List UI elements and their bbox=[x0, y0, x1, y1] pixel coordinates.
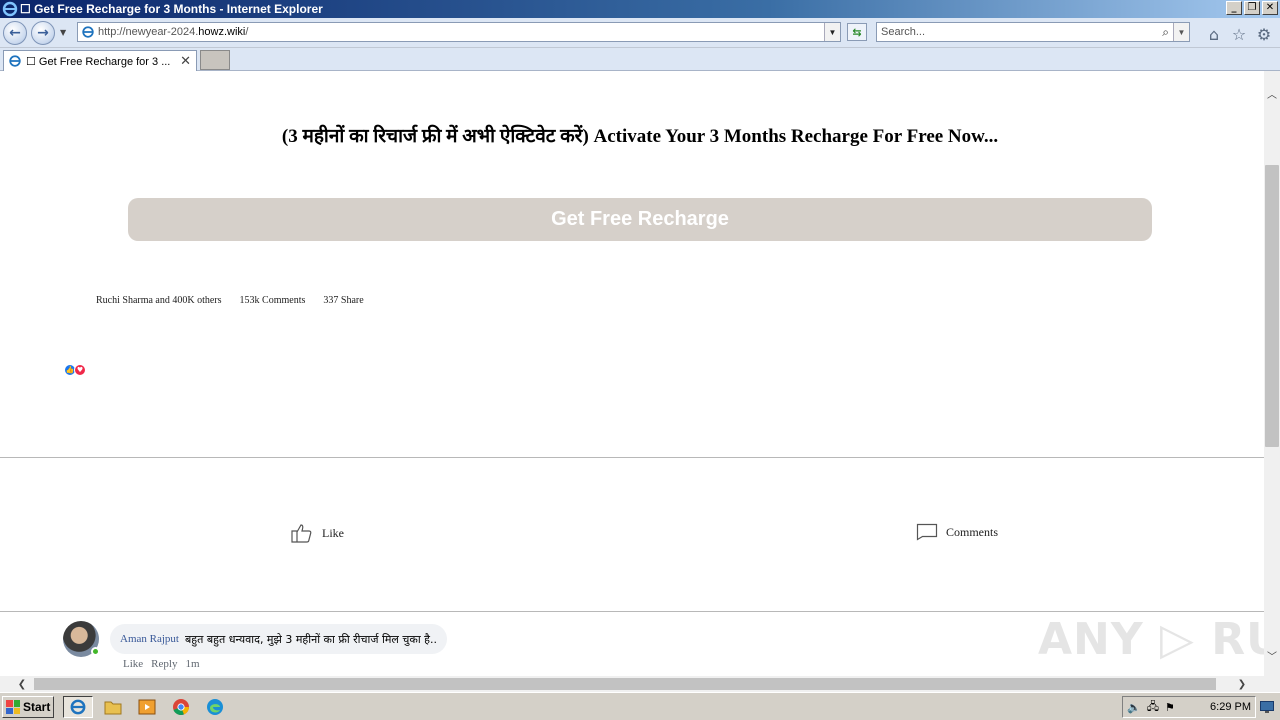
comments-action-label: Comments bbox=[946, 524, 999, 539]
like-action[interactable]: Like bbox=[290, 523, 344, 543]
windows-flag-icon bbox=[6, 700, 20, 714]
media-player-icon bbox=[138, 699, 156, 715]
comments-count[interactable]: 153k Comments bbox=[240, 295, 306, 306]
window-title: ☐ Get Free Recharge for 3 Months - Inter… bbox=[20, 2, 323, 16]
start-label: Start bbox=[23, 700, 51, 714]
refresh-icon: ⇆ bbox=[852, 25, 862, 39]
search-input[interactable]: Search... ⌕ ▼ bbox=[876, 22, 1190, 42]
search-dropdown-icon[interactable]: ▼ bbox=[1173, 23, 1189, 41]
internet-explorer-icon bbox=[70, 699, 86, 715]
restore-button[interactable]: ❐ bbox=[1244, 1, 1260, 15]
system-tray: 🔈 🖧 ⚑ 6:29 PM bbox=[1122, 696, 1256, 718]
love-reaction-icon: ♥ bbox=[74, 364, 86, 376]
favorites-star-icon[interactable]: ☆ bbox=[1230, 25, 1248, 44]
web-page: (3 महीनों का रिचार्ज फ्री में अभी ऐक्टिव… bbox=[0, 71, 1264, 676]
comment-reply-link[interactable]: Reply bbox=[151, 658, 177, 670]
taskbar-media-player-button[interactable] bbox=[132, 696, 162, 718]
get-free-recharge-button[interactable]: Get Free Recharge bbox=[128, 198, 1152, 241]
tab-label: ☐ Get Free Recharge for 3 ... bbox=[26, 55, 171, 68]
scroll-right-icon[interactable]: ❯ bbox=[1234, 676, 1250, 692]
comment-author[interactable]: Aman Rajput bbox=[120, 633, 179, 645]
home-icon[interactable]: ⌂ bbox=[1205, 25, 1223, 44]
divider bbox=[0, 457, 1264, 458]
horizontal-scrollbar[interactable]: ❮ ❯ bbox=[0, 676, 1264, 692]
vertical-scrollbar[interactable]: ︿ ﹀ bbox=[1264, 71, 1280, 676]
like-action-label: Like bbox=[322, 525, 344, 540]
taskbar-ie-button[interactable] bbox=[63, 696, 93, 718]
vertical-scroll-thumb[interactable] bbox=[1265, 165, 1279, 447]
scroll-up-icon[interactable]: ︿ bbox=[1264, 85, 1280, 101]
new-tab-button[interactable] bbox=[200, 50, 230, 70]
ie-tab-icon bbox=[9, 55, 21, 67]
navigation-bar: ← → ▼ http://newyear-2024. howz.wiki / ▼ ⇆… bbox=[0, 18, 1280, 48]
address-bar[interactable]: http://newyear-2024. howz.wiki / ▼ bbox=[77, 22, 841, 42]
taskbar-edge-button[interactable] bbox=[200, 696, 230, 718]
divider bbox=[0, 611, 1264, 612]
comment-time: 1m bbox=[185, 658, 200, 670]
internet-explorer-icon bbox=[2, 1, 18, 17]
url-host: howz.wiki bbox=[198, 26, 246, 38]
scroll-left-icon[interactable]: ❮ bbox=[14, 676, 30, 692]
forward-arrow-icon: → bbox=[37, 25, 49, 41]
tab-close-icon[interactable]: ✕ bbox=[180, 53, 191, 69]
monitor-icon bbox=[1260, 701, 1274, 713]
post-stats: Ruchi Sharma and 400K others 153k Commen… bbox=[96, 295, 364, 306]
close-button[interactable]: ✕ bbox=[1262, 1, 1278, 15]
tab-active[interactable]: ☐ Get Free Recharge for 3 ... ✕ bbox=[3, 50, 197, 71]
url-suffix: / bbox=[245, 26, 249, 38]
start-button[interactable]: Start bbox=[2, 696, 54, 718]
window-controls: _ ❐ ✕ bbox=[1226, 1, 1278, 15]
anyrun-watermark: ANY ▷ RUN bbox=[1038, 614, 1264, 665]
folder-icon bbox=[104, 701, 122, 715]
thumbs-up-icon bbox=[291, 524, 312, 543]
comment-like-link[interactable]: Like bbox=[123, 658, 143, 670]
search-icon[interactable]: ⌕ bbox=[1162, 25, 1169, 40]
page-headline: (3 महीनों का रिचार्ज फ्री में अभी ऐक्टिव… bbox=[281, 126, 999, 147]
comment-text: बहुत बहुत धन्यवाद, मुझे 3 महीनों का फ्री… bbox=[184, 632, 437, 646]
edge-icon bbox=[207, 699, 223, 715]
action-center-flag-icon[interactable]: ⚑ bbox=[1165, 701, 1175, 714]
comment-bubble-icon bbox=[916, 523, 938, 541]
taskbar: Start 🔈 🖧 ⚑ 6:29 PM bbox=[0, 692, 1280, 720]
show-desktop-button[interactable] bbox=[1258, 697, 1276, 717]
shares-count[interactable]: 337 Share bbox=[323, 295, 363, 306]
scrollbar-corner bbox=[1264, 676, 1280, 692]
reaction-icons: 👍 ♥ bbox=[64, 364, 86, 376]
ie-page-icon bbox=[82, 26, 94, 38]
reactors-count[interactable]: Ruchi Sharma and 400K others bbox=[96, 295, 222, 306]
taskbar-clock[interactable]: 6:29 PM bbox=[1210, 701, 1251, 713]
taskbar-explorer-button[interactable] bbox=[98, 696, 128, 718]
forward-button[interactable]: → bbox=[31, 21, 55, 45]
network-icon[interactable]: 🖧 bbox=[1147, 698, 1159, 717]
chrome-icon bbox=[173, 699, 189, 716]
comment-bubble: Aman Rajput बहुत बहुत धन्यवाद, मुझे 3 मह… bbox=[110, 624, 447, 654]
back-button[interactable]: ← bbox=[3, 21, 27, 45]
comment-actions: Like Reply 1m bbox=[123, 658, 200, 670]
window-title-bar: ☐ Get Free Recharge for 3 Months - Inter… bbox=[0, 0, 1280, 18]
online-status-icon bbox=[91, 647, 100, 656]
settings-gear-icon[interactable]: ⚙ bbox=[1255, 25, 1273, 44]
volume-icon[interactable]: 🔈 bbox=[1127, 701, 1141, 714]
horizontal-scroll-thumb[interactable] bbox=[34, 678, 1216, 690]
scroll-down-icon[interactable]: ﹀ bbox=[1264, 647, 1280, 663]
search-placeholder: Search... bbox=[881, 26, 926, 38]
comments-action[interactable]: Comments bbox=[916, 523, 998, 541]
refresh-button[interactable]: ⇆ bbox=[847, 23, 867, 41]
minimize-button[interactable]: _ bbox=[1226, 1, 1242, 15]
back-arrow-icon: ← bbox=[9, 25, 21, 41]
tab-bar: ☐ Get Free Recharge for 3 ... ✕ bbox=[0, 48, 1280, 71]
address-dropdown-icon[interactable]: ▼ bbox=[824, 23, 840, 41]
url-prefix: http://newyear-2024. bbox=[98, 26, 199, 38]
history-dropdown-icon[interactable]: ▼ bbox=[60, 28, 66, 37]
taskbar-chrome-button[interactable] bbox=[166, 696, 196, 718]
